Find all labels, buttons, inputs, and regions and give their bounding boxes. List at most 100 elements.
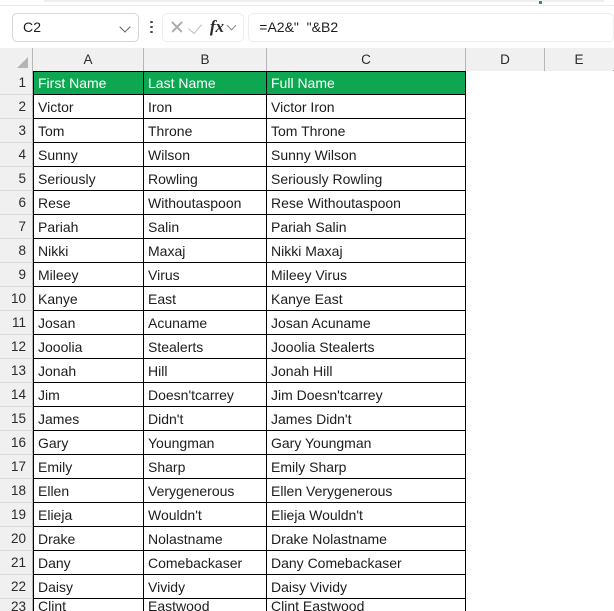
row-header[interactable]: 17 [0,455,33,479]
cell-A21[interactable]: Dany [33,551,144,575]
cell-C20[interactable]: Drake Nolastname [267,527,466,551]
cell-C23[interactable]: Clint Eastwood [267,599,466,611]
cell-B5[interactable]: Rowling [144,167,267,191]
cell-D21[interactable] [466,551,545,575]
cell-C4[interactable]: Sunny Wilson [267,143,466,167]
cell-D13[interactable] [466,359,545,383]
cell-A10[interactable]: Kanye [33,287,144,311]
row-header[interactable]: 18 [0,479,33,503]
cell-D7[interactable] [466,215,545,239]
cell-C5[interactable]: Seriously Rowling [267,167,466,191]
cell-A23[interactable]: Clint [33,599,144,611]
row-header[interactable]: 6 [0,191,33,215]
cell-E21[interactable] [545,551,613,575]
cell-D20[interactable] [466,527,545,551]
cell-C21[interactable]: Dany Comebackaser [267,551,466,575]
cell-A15[interactable]: James [33,407,144,431]
column-header-c[interactable]: C [267,48,466,71]
row-header[interactable]: 7 [0,215,33,239]
cell-D4[interactable] [466,143,545,167]
row-header[interactable]: 5 [0,167,33,191]
fx-function-icon[interactable]: fx [207,18,227,36]
row-header[interactable]: 11 [0,311,33,335]
row-header[interactable]: 23 [0,599,33,611]
cell-D5[interactable] [466,167,545,191]
cell-B1[interactable]: Last Name [144,71,267,95]
cell-A4[interactable]: Sunny [33,143,144,167]
cell-D6[interactable] [466,191,545,215]
cell-E7[interactable] [545,215,613,239]
cell-E20[interactable] [545,527,613,551]
cell-B19[interactable]: Wouldn't [144,503,267,527]
cell-C22[interactable]: Daisy Vividy [267,575,466,599]
cell-B6[interactable]: Withoutaspoon [144,191,267,215]
cancel-x-icon[interactable] [168,18,186,36]
cell-C14[interactable]: Jim Doesn'tcarrey [267,383,466,407]
cell-C10[interactable]: Kanye East [267,287,466,311]
cell-E9[interactable] [545,263,613,287]
cell-D2[interactable] [466,95,545,119]
row-header[interactable]: 9 [0,263,33,287]
cell-E15[interactable] [545,407,613,431]
row-header[interactable]: 19 [0,503,33,527]
cell-C13[interactable]: Jonah Hill [267,359,466,383]
chevron-down-icon[interactable] [120,22,131,33]
row-header[interactable]: 10 [0,287,33,311]
row-header[interactable]: 14 [0,383,33,407]
row-header[interactable]: 3 [0,119,33,143]
cell-E10[interactable] [545,287,613,311]
cell-E18[interactable] [545,479,613,503]
cell-E22[interactable] [545,575,613,599]
cell-B17[interactable]: Sharp [144,455,267,479]
cell-D3[interactable] [466,119,545,143]
row-header[interactable]: 8 [0,239,33,263]
cell-B18[interactable]: Verygenerous [144,479,267,503]
cell-E3[interactable] [545,119,613,143]
row-header[interactable]: 1 [0,71,33,95]
cell-C6[interactable]: Rese Withoutaspoon [267,191,466,215]
cell-A1[interactable]: First Name [33,71,144,95]
cell-E11[interactable] [545,311,613,335]
cell-A8[interactable]: Nikki [33,239,144,263]
cell-A7[interactable]: Pariah [33,215,144,239]
cell-E4[interactable] [545,143,613,167]
cell-B3[interactable]: Throne [144,119,267,143]
cell-D9[interactable] [466,263,545,287]
column-header-e[interactable]: E [545,48,613,71]
cell-A11[interactable]: Josan [33,311,144,335]
cell-D16[interactable] [466,431,545,455]
cell-B4[interactable]: Wilson [144,143,267,167]
chevron-down-icon[interactable] [228,22,238,32]
confirm-check-icon[interactable] [187,18,205,36]
cell-B21[interactable]: Comebackaser [144,551,267,575]
cell-C18[interactable]: Ellen Verygenerous [267,479,466,503]
cell-E13[interactable] [545,359,613,383]
cell-B15[interactable]: Didn't [144,407,267,431]
cell-D8[interactable] [466,239,545,263]
cell-D23[interactable] [466,599,545,611]
row-header[interactable]: 4 [0,143,33,167]
kebab-menu-icon[interactable] [143,13,159,42]
cell-A18[interactable]: Ellen [33,479,144,503]
row-header[interactable]: 2 [0,95,33,119]
cell-D18[interactable] [466,479,545,503]
column-header-d[interactable]: D [466,48,545,71]
cell-A20[interactable]: Drake [33,527,144,551]
cell-C11[interactable]: Josan Acuname [267,311,466,335]
cell-D15[interactable] [466,407,545,431]
cell-B8[interactable]: Maxaj [144,239,267,263]
cell-B16[interactable]: Youngman [144,431,267,455]
cell-E16[interactable] [545,431,613,455]
cell-A22[interactable]: Daisy [33,575,144,599]
row-header[interactable]: 12 [0,335,33,359]
cell-B14[interactable]: Doesn'tcarrey [144,383,267,407]
cell-C3[interactable]: Tom Throne [267,119,466,143]
cell-C16[interactable]: Gary Youngman [267,431,466,455]
cell-D1[interactable] [466,71,545,95]
cell-C12[interactable]: Jooolia Stealerts [267,335,466,359]
cell-A19[interactable]: Elieja [33,503,144,527]
cell-A9[interactable]: Mileey [33,263,144,287]
cell-A5[interactable]: Seriously [33,167,144,191]
column-header-a[interactable]: A [33,48,144,71]
cell-E23[interactable] [545,599,613,611]
